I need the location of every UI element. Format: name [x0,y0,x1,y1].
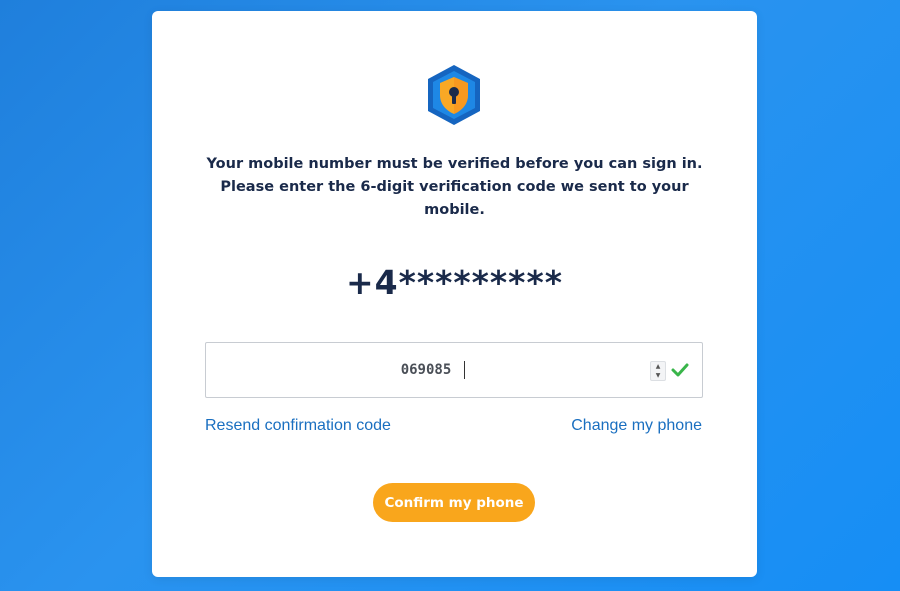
secondary-links: Resend confirmation code Change my phone [205,417,702,435]
resend-code-link[interactable]: Resend confirmation code [205,417,391,435]
stepper-down-icon[interactable]: ▼ [651,371,665,380]
verification-card: Your mobile number must be verified befo… [152,11,757,577]
text-caret [464,361,465,379]
verification-code-input[interactable] [206,343,646,397]
shield-lock-icon [428,65,480,125]
checkmark-icon [671,363,689,377]
stepper-up-icon[interactable]: ▲ [651,362,665,371]
verification-code-field[interactable]: ▲ ▼ [205,342,703,398]
verification-message: Your mobile number must be verified befo… [206,156,703,218]
change-phone-link[interactable]: Change my phone [571,417,702,435]
masked-phone-number: +4********* [346,263,563,302]
confirm-phone-button[interactable]: Confirm my phone [373,483,535,522]
number-stepper[interactable]: ▲ ▼ [650,361,666,381]
